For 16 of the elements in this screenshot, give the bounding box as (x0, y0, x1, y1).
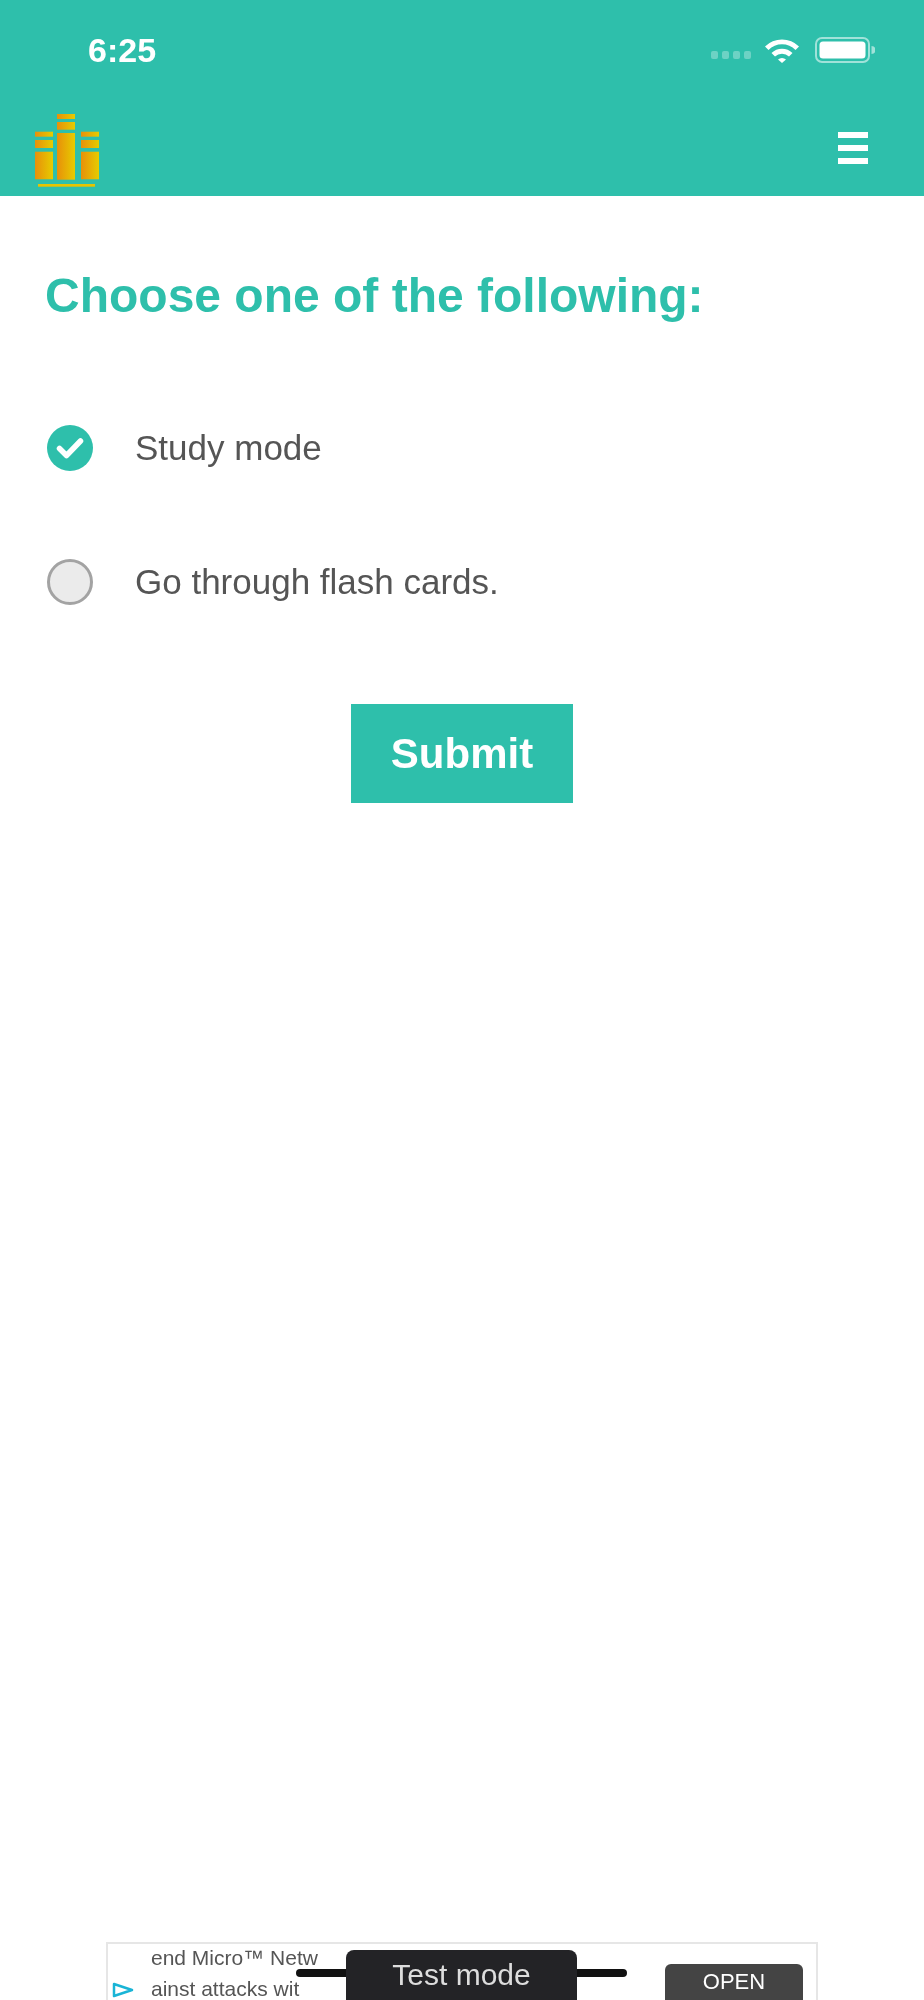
battery-icon (815, 37, 875, 63)
status-time: 6:25 (88, 30, 157, 70)
ad-text: ainst attacks wit (151, 1978, 300, 1999)
signal-icon (711, 51, 751, 59)
empty-radio-icon[interactable] (47, 559, 93, 605)
checked-radio-icon[interactable] (47, 425, 93, 471)
open-button[interactable]: OPEN (665, 1964, 803, 2000)
menu-icon[interactable] (838, 132, 868, 164)
toast-message: Test mode (346, 1950, 577, 2000)
question-prompt: Choose one of the following: (45, 268, 704, 323)
answer-option[interactable]: Go through flash cards. (47, 559, 499, 605)
books-logo-icon (34, 113, 100, 187)
play-triangle-icon[interactable] (112, 1982, 134, 1998)
ad-text: end Micro™ Netw (151, 1947, 318, 1968)
answer-option[interactable]: Study mode (47, 425, 322, 471)
wifi-icon (765, 37, 799, 63)
